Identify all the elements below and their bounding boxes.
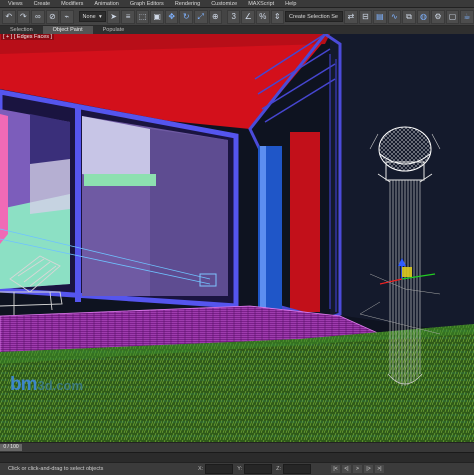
viewport-label[interactable]: [ + ] [ Edges Faces ] — [1, 34, 55, 40]
angle-snap-icon[interactable]: ∠ — [241, 9, 255, 24]
menu-item-rendering[interactable]: Rendering — [175, 1, 200, 7]
interior-side-wall — [150, 129, 228, 296]
play-icon[interactable]: > — [353, 465, 362, 473]
red-wall-right — [290, 132, 320, 312]
menu-item-customize[interactable]: Customize — [211, 1, 237, 7]
percent-snap-icon[interactable]: % — [255, 9, 270, 24]
y-label: Y: — [237, 466, 243, 472]
undo-icon[interactable]: ↶ — [2, 9, 16, 24]
status-bar: Click or click-and-drag to select object… — [0, 462, 474, 475]
menu-item-create[interactable]: Create — [34, 1, 51, 7]
material-editor-icon[interactable]: ◍ — [416, 9, 431, 24]
align-icon[interactable]: ⊟ — [358, 9, 373, 24]
move-icon[interactable]: ✥ — [164, 9, 179, 24]
interior-shelf — [84, 174, 156, 186]
bind-icon[interactable]: ⌁ — [60, 9, 74, 24]
redo-icon[interactable]: ↷ — [16, 9, 31, 24]
playback-controls: |< <| > |> >| — [331, 465, 384, 473]
z-label: Z: — [276, 466, 281, 472]
selection-filter-dropdown[interactable]: None ▾ — [78, 11, 106, 22]
layer-icon[interactable]: ▤ — [373, 9, 387, 24]
watermark-logo: bm — [10, 374, 37, 395]
rotate-icon[interactable]: ↻ — [179, 9, 193, 24]
tab-object-paint[interactable]: Object Paint — [42, 26, 93, 34]
menu-item-maxscript[interactable]: MAXScript — [248, 1, 274, 7]
tab-populate[interactable]: Populate — [93, 26, 135, 34]
tab-selection[interactable]: Selection — [0, 26, 43, 34]
x-field[interactable] — [205, 464, 234, 474]
render-setup-icon[interactable]: ⚙ — [431, 9, 445, 24]
menu-item-graph-editors[interactable]: Graph Editors — [130, 1, 164, 7]
window-crossing-icon[interactable]: ▣ — [150, 9, 164, 24]
curve-editor-icon[interactable]: ∿ — [387, 9, 402, 24]
watermark: bm 3d.com — [10, 374, 83, 396]
main-toolbar: ↶ ↷ ∞ ⊘ ⌁ None ▾ ➤ ≡ ⬚ ▣ ✥ ↻ ⤢ ⊕ 3 ∠ % ⇕… — [0, 8, 474, 26]
render-frame-icon[interactable]: ▢ — [445, 9, 460, 24]
z-coord: Z: — [276, 464, 311, 474]
render-icon[interactable]: ☕ — [460, 9, 474, 24]
x-label: X: — [198, 466, 204, 472]
chevron-down-icon: ▾ — [99, 13, 102, 20]
go-to-start-icon[interactable]: |< — [331, 465, 340, 473]
select-by-name-icon[interactable]: ≡ — [121, 9, 135, 24]
menu-item-help[interactable]: Help — [285, 1, 296, 7]
perspective-viewport[interactable]: [ + ] [ Edges Faces ] bm 3d.com — [0, 34, 474, 442]
menu-item-animation[interactable]: Animation — [94, 1, 118, 7]
y-coord: Y: — [237, 464, 273, 474]
rect-region-icon[interactable]: ⬚ — [135, 9, 150, 24]
column-highlight — [260, 146, 266, 314]
y-field[interactable] — [244, 464, 273, 474]
menu-bar: Views Create Modifiers Animation Graph Edito… — [0, 0, 474, 8]
go-to-end-icon[interactable]: >| — [375, 465, 384, 473]
select-icon[interactable]: ➤ — [106, 9, 121, 24]
unlink-icon[interactable]: ⊘ — [45, 9, 60, 24]
scale-icon[interactable]: ⤢ — [193, 9, 208, 24]
time-slider-handle[interactable]: 0 / 100 — [0, 444, 22, 451]
x-coord: X: — [198, 464, 234, 474]
z-field[interactable] — [283, 464, 311, 474]
pivot-icon[interactable]: ⊕ — [208, 9, 223, 24]
coordinate-fields: X: Y: Z: — [198, 464, 311, 474]
mirror-icon[interactable]: ⇄ — [344, 9, 358, 24]
link-icon[interactable]: ∞ — [31, 9, 45, 24]
next-frame-icon[interactable]: |> — [364, 465, 373, 473]
status-prompt: Click or click-and-drag to select object… — [8, 466, 104, 472]
pink-curtain — [0, 114, 8, 244]
toolbar-divider — [223, 10, 226, 24]
selection-filter-value: None — [82, 13, 96, 20]
snap-icon[interactable]: 3 — [226, 9, 241, 24]
menu-item-views[interactable]: Views — [8, 1, 23, 7]
left-pane-light — [30, 159, 70, 214]
menu-item-modifiers[interactable]: Modifiers — [61, 1, 83, 7]
schematic-icon[interactable]: ⧉ — [402, 9, 416, 24]
named-selection-field[interactable]: Create Selection Se — [285, 11, 344, 22]
named-selection-text: Create Selection Se — [289, 13, 338, 20]
spinner-snap-icon[interactable]: ⇕ — [270, 9, 285, 24]
toolbar-divider — [75, 10, 78, 24]
previous-frame-icon[interactable]: <| — [342, 465, 351, 473]
watermark-domain: 3d.com — [37, 378, 84, 393]
